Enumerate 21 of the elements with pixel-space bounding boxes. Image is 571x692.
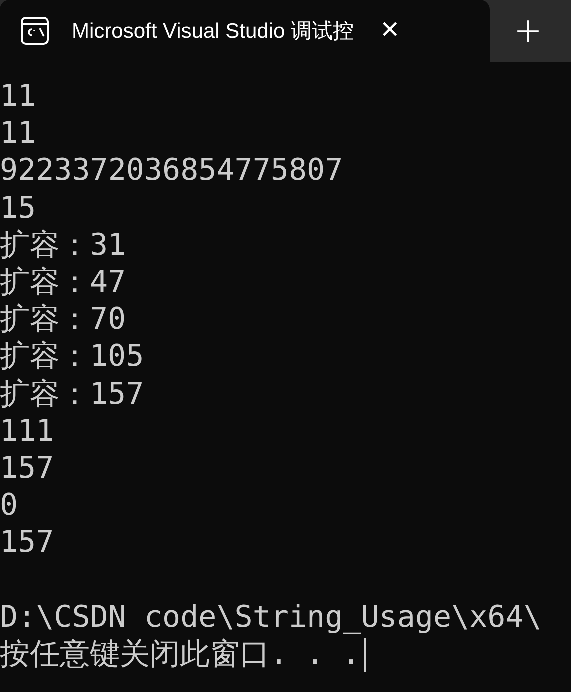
tab-title: Microsoft Visual Studio 调试控 [72,19,354,45]
prompt-line: 按任意键关闭此窗口. . . [0,636,360,674]
output-line: 157 [0,524,54,562]
output-line: 15 [0,190,36,227]
output-line: 11 [0,115,36,152]
output-line: 9223372036854775807 [0,152,344,190]
terminal-tab[interactable]: Microsoft Visual Studio 调试控 ✕ [0,0,490,62]
output-line: 157 [0,450,54,488]
new-tab-button[interactable]: + [510,14,546,48]
console-icon [20,16,50,46]
output-line: 扩容：31 [0,226,126,264]
output-line: 0 [0,487,18,524]
path-line: D:\CSDN code\String_Usage\x64\ [0,598,542,636]
output-line: 扩容：47 [0,264,126,302]
output-line: 扩容：105 [0,338,144,376]
output-line: 11 [0,78,36,116]
close-tab-button[interactable]: ✕ [380,19,400,43]
output-line: 扩容：157 [0,376,144,413]
text-cursor [364,638,366,672]
output-line: 111 [0,412,54,450]
output-line: 扩容：70 [0,301,126,338]
